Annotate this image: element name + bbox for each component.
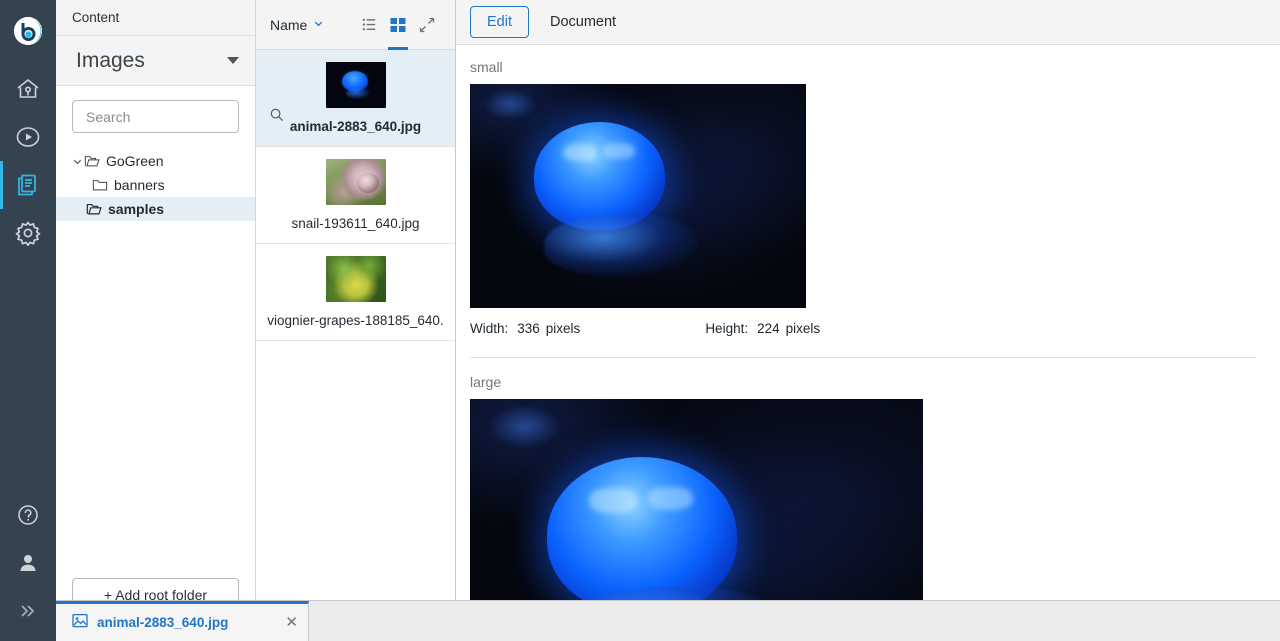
section-label-large: large [470,374,502,391]
image-icon [72,613,88,633]
open-document-tab[interactable]: animal-2883_640.jpg ✕ [56,601,309,641]
thumbnail-toolbar: Name [256,0,455,50]
close-icon[interactable]: ✕ [285,615,298,630]
folder-closed-icon [92,178,108,192]
tree-node-label: GoGreen [106,153,164,169]
editor-body: small Width: 336 pixels Height: 224 pixe… [456,45,1280,641]
width-unit: pixels [545,321,581,337]
tree-node-samples[interactable]: samples [56,197,255,221]
expand-icon [16,599,40,623]
thumbnail-label: snail-193611_640.jpg [291,216,420,231]
section-label-small: small [470,59,503,76]
sort-by-dropdown[interactable]: Name [270,17,324,33]
content-icon [15,172,41,198]
caret-down-icon[interactable] [227,57,239,64]
sidebar-item-settings[interactable] [0,209,56,257]
thumbnail-image-grapes [325,256,386,302]
folder-tree: GoGreen banners samples [56,149,255,221]
logo-icon[interactable] [13,16,43,51]
editor-panel: Edit Document small Width: 336 pixels He… [456,0,1280,641]
app-root: Content Images Search GoGreen banners sa… [0,0,1280,641]
sidebar-item-help[interactable] [0,491,56,539]
tab-edit[interactable]: Edit [470,6,529,39]
sidebar-item-content[interactable] [0,161,56,209]
tree-node-label: samples [108,201,165,217]
search-icon[interactable] [269,107,284,127]
search-input[interactable] [84,107,269,126]
chevron-down-icon[interactable] [313,18,324,32]
content-topbar: Content [56,0,255,36]
height-value: 224 [757,321,780,337]
bottom-tab-bar: animal-2883_640.jpg ✕ [56,600,1280,641]
editor-tab-bar: Edit Document [456,0,1280,46]
section-divider [470,357,1256,359]
images-title: Images [76,48,145,72]
tree-node-label: banners [114,177,165,193]
folder-tree-panel: Content Images Search GoGreen banners sa… [56,0,283,641]
thumbnail-item-grapes[interactable]: viognier-grapes-188185_640. [256,244,455,341]
thumbnail-panel: Name animal-2883_640.jpg snail-193611_64… [256,0,456,641]
search-box[interactable] [72,100,283,133]
grid-view-icon[interactable] [388,17,408,50]
left-icon-rail [0,0,56,641]
view-mode-group [362,17,435,50]
width-label: Width: [470,321,509,337]
sidebar-item-user[interactable] [0,539,56,587]
thumbnail-image-jellyfish [325,62,386,108]
media-icon [15,124,41,150]
thumbnail-item-animal[interactable]: animal-2883_640.jpg [256,50,455,147]
sidebar-expand-button[interactable] [0,587,56,635]
folder-open-icon [84,154,100,168]
expand-view-icon[interactable] [419,17,435,33]
tree-node-gogreen[interactable]: GoGreen [56,149,255,173]
preview-image-small [470,84,806,309]
home-icon [15,76,41,102]
tab-document[interactable]: Document [533,6,633,38]
thumbnail-label: viognier-grapes-188185_640. [267,313,444,328]
images-section-header[interactable]: Images [56,36,255,86]
open-document-tab-label: animal-2883_640.jpg [97,615,229,630]
sidebar-item-home[interactable] [0,65,56,113]
folder-open-icon [86,202,102,216]
section-small: small Width: 336 pixels Height: 224 pixe… [470,59,1256,336]
search-container [56,86,283,133]
thumbnail-image-snail [325,159,386,205]
height-label: Height: [705,321,749,337]
list-view-icon[interactable] [362,17,377,32]
width-value: 336 [517,321,540,337]
settings-icon [15,220,41,246]
thumbnail-item-snail[interactable]: snail-193611_640.jpg [256,147,455,244]
chevron-down-icon[interactable] [70,156,84,167]
page-title: Content [72,10,120,25]
sort-by-label: Name [270,16,308,33]
tree-node-banners[interactable]: banners [56,173,255,197]
dimensions-row: Width: 336 pixels Height: 224 pixels [470,321,1256,336]
height-unit: pixels [785,321,821,337]
thumbnail-list: animal-2883_640.jpg snail-193611_640.jpg… [256,50,455,641]
help-icon [16,503,40,527]
user-icon [16,551,40,575]
sidebar-item-media[interactable] [0,113,56,161]
thumbnail-label: animal-2883_640.jpg [289,119,422,134]
